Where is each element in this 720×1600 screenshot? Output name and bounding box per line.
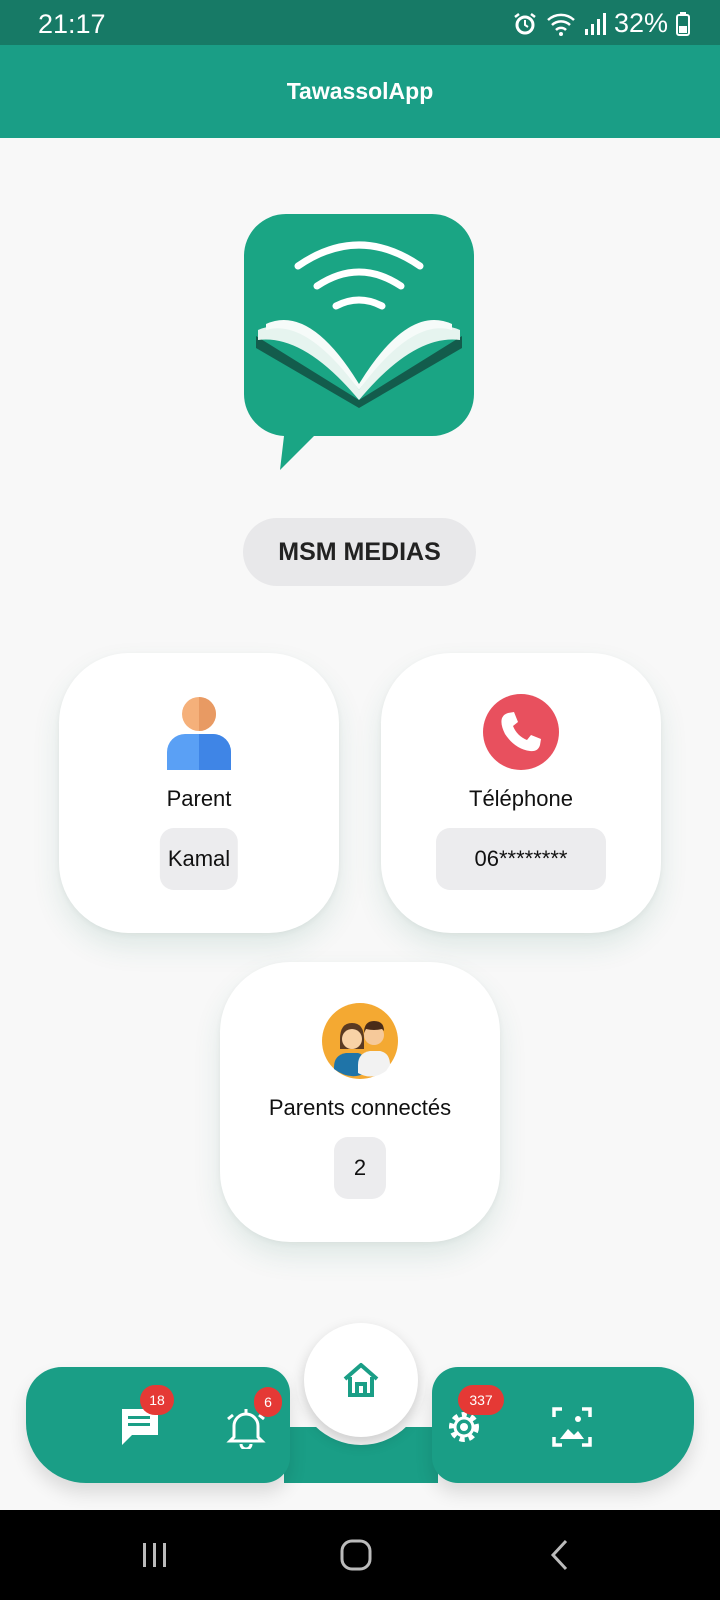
phone-number-value: 06********: [436, 828, 606, 890]
status-bar: 21:17 32%: [0, 0, 720, 45]
connected-parents-card[interactable]: Parents connectés 2: [220, 962, 500, 1242]
system-navigation-bar: [0, 1510, 720, 1600]
home-button[interactable]: [304, 1323, 418, 1437]
notifications-button[interactable]: 6: [218, 1387, 282, 1453]
parent-label: Parent: [166, 786, 232, 811]
messages-badge: 18: [140, 1385, 174, 1415]
settings-button[interactable]: 337: [436, 1385, 504, 1453]
connected-parents-label: Parents connectés: [268, 1095, 452, 1120]
system-back-icon[interactable]: [548, 1538, 570, 1572]
recent-apps-icon[interactable]: [140, 1540, 170, 1570]
app-bar: TawassolApp: [0, 45, 720, 138]
parent-name-value: Kamal: [159, 828, 239, 890]
user-icon: [167, 697, 231, 770]
parents-icon: [322, 1003, 398, 1079]
home-icon: [343, 1363, 379, 1397]
settings-badge: 337: [458, 1385, 504, 1415]
messages-button[interactable]: 18: [112, 1385, 174, 1453]
phone-card[interactable]: Téléphone 06********: [381, 653, 661, 933]
status-time: 21:17: [38, 9, 106, 39]
bottom-navigation: 18 6 337: [26, 1315, 694, 1483]
battery-percent: 32%: [613, 8, 668, 38]
app-logo: [244, 214, 474, 470]
phone-label: Téléphone: [469, 786, 573, 811]
notifications-badge: 6: [254, 1387, 282, 1417]
alarm-icon: [514, 12, 536, 34]
image-icon: [552, 1407, 592, 1447]
wifi-icon: [547, 13, 575, 36]
status-icons: 32%: [512, 8, 690, 39]
system-home-icon[interactable]: [339, 1538, 373, 1572]
gallery-button[interactable]: [544, 1397, 600, 1453]
app-title: TawassolApp: [286, 78, 434, 104]
connected-parents-count: 2: [334, 1137, 386, 1199]
parent-card[interactable]: Parent Kamal: [59, 653, 339, 933]
school-name-pill: MSM MEDIAS: [243, 518, 476, 586]
signal-icon: [584, 12, 606, 35]
phone-icon: [483, 694, 559, 770]
battery-icon: [676, 11, 690, 36]
